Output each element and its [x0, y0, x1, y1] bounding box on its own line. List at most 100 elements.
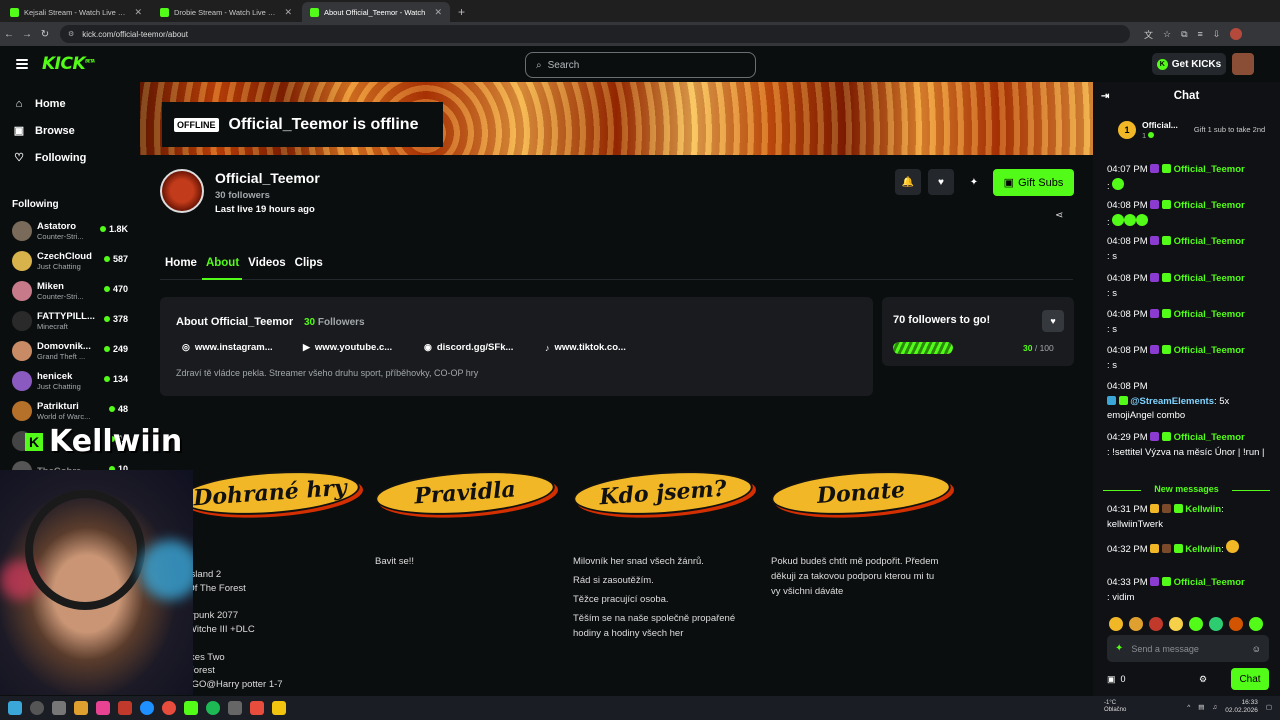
get-kicks-button[interactable]: K Get KICKs	[1152, 53, 1226, 75]
tab-clips[interactable]: Clips	[295, 257, 323, 269]
share-icon[interactable]: ⋖	[1055, 210, 1063, 221]
message-user[interactable]: Official_Teemor	[1174, 164, 1245, 175]
notifications-icon[interactable]: ▢	[1266, 703, 1272, 711]
browser-tab-1[interactable]: Kejsali Stream - Watch Live on Kick ✕	[2, 2, 150, 22]
gift-subs-button[interactable]: ▣ Gift Subs	[993, 169, 1074, 196]
gift-to-rank-button[interactable]: Gift 1 sub to take 2nd	[1194, 126, 1265, 134]
sparkle-button[interactable]: ✦	[961, 169, 987, 195]
tiktok-app-icon[interactable]	[96, 701, 110, 715]
app-icon[interactable]	[118, 701, 132, 715]
app-icon[interactable]	[272, 701, 286, 715]
back-icon[interactable]: ←	[0, 29, 18, 40]
user-avatar[interactable]	[1232, 53, 1254, 75]
close-icon[interactable]: ✕	[284, 7, 292, 18]
chrome-icon[interactable]	[162, 701, 176, 715]
search-input[interactable]: ⌕ Search	[525, 52, 756, 78]
kick-app-icon[interactable]	[184, 701, 198, 715]
clock-date[interactable]: 02.02.2026	[1225, 707, 1258, 715]
followed-channel[interactable]: CzechCloud Just Chatting 587	[0, 246, 140, 276]
avatar	[12, 251, 32, 271]
channel-name: Official_Teemor	[215, 170, 320, 186]
avatar	[12, 401, 32, 421]
browser-tab-3[interactable]: About Official_Teemor - Watch ✕	[302, 2, 450, 22]
collapse-chat-icon[interactable]: ⇥	[1101, 91, 1109, 102]
followed-channel[interactable]: FATTYPILL... Minecraft 378	[0, 306, 140, 336]
emote-icon[interactable]	[1169, 617, 1183, 631]
sidebar-item-browse[interactable]: ▣ Browse	[0, 117, 140, 144]
media-icon[interactable]: ≡	[1198, 29, 1203, 39]
message-user[interactable]: Official_Teemor	[1174, 577, 1245, 588]
tab-videos[interactable]: Videos	[248, 257, 286, 269]
edge-icon[interactable]	[140, 701, 154, 715]
close-icon[interactable]: ✕	[434, 7, 442, 18]
followed-channel[interactable]: Domovnik... Grand Theft ... 249	[0, 336, 140, 366]
start-icon[interactable]	[8, 701, 22, 715]
chat-input[interactable]: ✦ Send a message ☺	[1107, 635, 1269, 662]
site-info-icon[interactable]: ⚙	[68, 30, 74, 38]
send-chat-button[interactable]: Chat	[1231, 668, 1269, 690]
clock-time[interactable]: 16:33	[1225, 699, 1258, 707]
tab-about[interactable]: About	[206, 257, 239, 269]
message-user[interactable]: @StreamElements	[1130, 396, 1214, 407]
message-user[interactable]: Official_Teemor	[1174, 236, 1245, 247]
bookmark-star-icon[interactable]: ☆	[1163, 29, 1171, 40]
kick-favicon-icon	[310, 7, 319, 17]
social-link-discord[interactable]: ◉ discord.gg/SFk...	[424, 342, 513, 353]
app-icon[interactable]	[228, 701, 242, 715]
menu-icon[interactable]	[16, 57, 28, 71]
downloads-icon[interactable]: ⇩	[1213, 29, 1221, 40]
message-user[interactable]: Official_Teemor	[1174, 273, 1245, 284]
browser-tab-2[interactable]: Drobie Stream - Watch Live on Kick ✕	[152, 2, 300, 22]
message-user[interactable]: Official_Teemor	[1174, 345, 1245, 356]
file-explorer-icon[interactable]	[74, 701, 88, 715]
new-messages-divider[interactable]: New messages	[1103, 484, 1270, 494]
followed-channel[interactable]: Astatoro Counter-Stri... 1.8K	[0, 216, 140, 246]
new-tab-icon[interactable]: +	[450, 2, 473, 22]
search-icon[interactable]	[30, 701, 44, 715]
app-icon[interactable]	[250, 701, 264, 715]
social-link-instagram[interactable]: ◎ www.instagram...	[182, 342, 273, 353]
sidebar-item-following[interactable]: ♡ Following	[0, 144, 140, 171]
social-link-youtube[interactable]: ▶ www.youtube.c...	[303, 342, 392, 353]
translate-icon[interactable]: 文	[1144, 28, 1153, 41]
emote-icon[interactable]	[1129, 617, 1143, 631]
reload-icon[interactable]: ↻	[36, 29, 54, 40]
extensions-icon[interactable]: ⧉	[1181, 29, 1187, 40]
weather-widget[interactable]: -1°C Oblačno	[1104, 700, 1126, 714]
follow-button[interactable]: ♥	[928, 169, 954, 195]
forward-icon[interactable]: →	[18, 29, 36, 40]
goal-follow-button[interactable]: ♥	[1042, 310, 1064, 332]
browser-profile-avatar[interactable]	[1230, 28, 1243, 40]
tab-home[interactable]: Home	[165, 257, 197, 269]
message-user[interactable]: Kellwiin	[1185, 544, 1221, 555]
emote-icon[interactable]	[1189, 617, 1203, 631]
message-user[interactable]: Official_Teemor	[1174, 200, 1245, 211]
emote-icon[interactable]	[1109, 617, 1123, 631]
emote-icon[interactable]	[1229, 617, 1243, 631]
network-icon[interactable]: ▤	[1198, 703, 1204, 711]
task-view-icon[interactable]	[52, 701, 66, 715]
url-field[interactable]: ⚙ kick.com/official-teemor/about	[60, 25, 1130, 43]
sidebar-item-label: Home	[35, 97, 66, 110]
sidebar-item-home[interactable]: ⌂ Home	[0, 90, 140, 117]
kicks-wallet-icon[interactable]: ▣	[1107, 674, 1116, 685]
tray-chevron-icon[interactable]: ^	[1187, 704, 1190, 711]
channel-avatar[interactable]	[160, 169, 204, 213]
message-user[interactable]: Kellwiin	[1185, 504, 1221, 515]
emoji-icon[interactable]: ☺	[1252, 644, 1261, 654]
kick-logo[interactable]: KICKBETA	[42, 54, 95, 74]
emote-icon[interactable]	[1249, 617, 1263, 631]
spotify-icon[interactable]	[206, 701, 220, 715]
emote-icon[interactable]	[1149, 617, 1163, 631]
message-user[interactable]: Official_Teemor	[1174, 432, 1245, 443]
message-user[interactable]: Official_Teemor	[1174, 309, 1245, 320]
chat-settings-icon[interactable]: ⚙	[1199, 674, 1207, 685]
social-link-tiktok[interactable]: ♪ www.tiktok.co...	[545, 342, 626, 353]
followed-channel[interactable]: Patrikturi World of Warc... 48	[0, 396, 140, 426]
followed-channel[interactable]: Miken Counter-Stri... 470	[0, 276, 140, 306]
volume-icon[interactable]: ♫	[1212, 704, 1217, 711]
notification-bell-button[interactable]: 🔔	[895, 169, 921, 195]
close-icon[interactable]: ✕	[134, 7, 142, 18]
followed-channel[interactable]: henicek Just Chatting 134	[0, 366, 140, 396]
emote-icon[interactable]	[1209, 617, 1223, 631]
